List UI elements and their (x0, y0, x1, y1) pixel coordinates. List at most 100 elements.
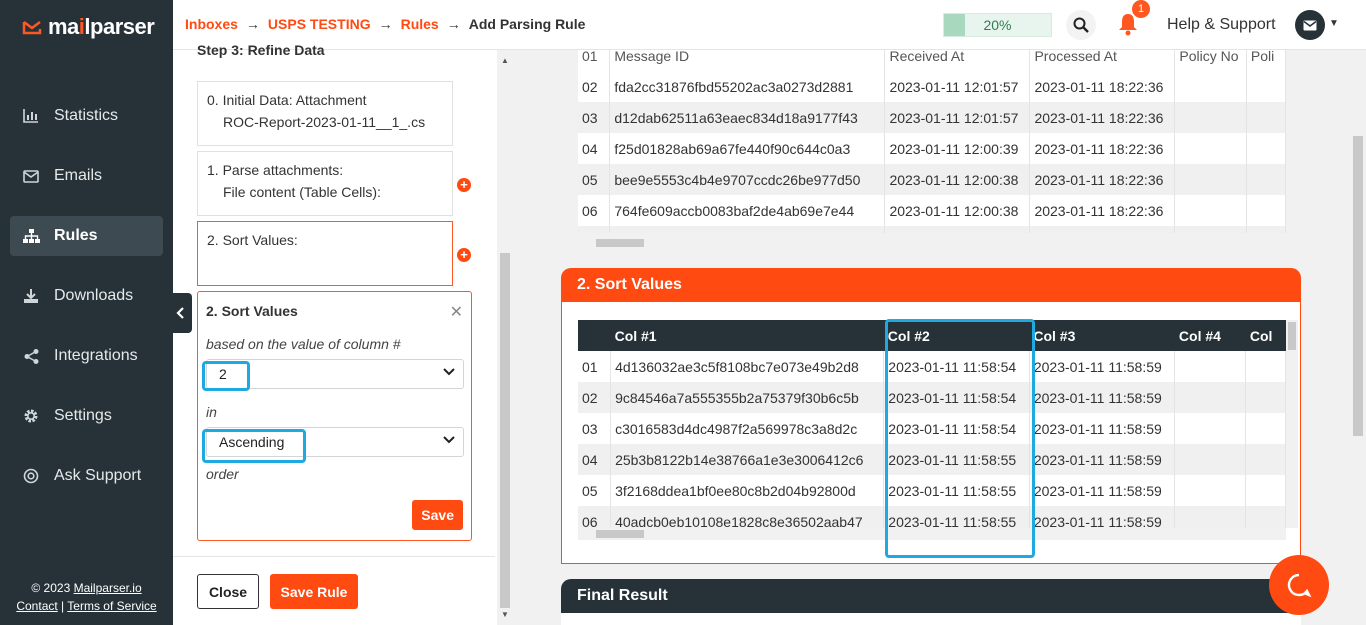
column-label: based on the value of column # (206, 336, 401, 352)
table-row: 06 764fe609accb0083baf2de4ab69e7e44 2023-0… (578, 195, 1286, 226)
step-card-parse-attachments[interactable]: 1. Parse attachments: File content (Tabl… (197, 151, 453, 216)
sidebar-item-statistics[interactable]: Statistics (10, 96, 163, 136)
scroll-thumb[interactable] (596, 530, 644, 538)
editor-title: 2. Sort Values (206, 303, 298, 319)
company-link[interactable]: Mailparser.io (74, 581, 142, 595)
scroll-down-icon[interactable]: ▼ (501, 610, 509, 619)
table-row: 06 40adcb0eb10108e1828c8e36502aab47 2023-0… (578, 506, 1286, 528)
preview-area: 01 Message ID Received At Processed At P… (513, 50, 1366, 625)
envelope-icon (22, 167, 40, 185)
table-cell: 2023-01-11 11:58:59 (1029, 444, 1176, 475)
table-cell: 2023-01-11 12:00:38 (884, 226, 1031, 233)
page-scrollbar[interactable] (1350, 50, 1366, 625)
table-cell (1174, 413, 1247, 444)
table-cell: 2023-01-11 11:58:54 (883, 351, 1030, 382)
gear-icon (22, 407, 40, 425)
scroll-up-icon[interactable]: ▲ (501, 56, 509, 65)
search-button[interactable] (1066, 10, 1096, 40)
column-header: Processed At (1029, 50, 1176, 71)
add-step-button[interactable]: + (457, 248, 471, 262)
save-rule-button[interactable]: Save Rule (270, 574, 358, 609)
help-support-link[interactable]: Help & Support (1167, 16, 1276, 34)
table-cell: bee9e5553c4b4e9707ccdc26be977d50 (609, 164, 886, 195)
section-body (561, 613, 1301, 625)
table-cell: 2023-01-11 11:58:59 (1029, 351, 1176, 382)
table-cell (1246, 102, 1286, 133)
scroll-thumb[interactable] (1288, 322, 1296, 350)
chevron-down-icon[interactable]: ▼ (1329, 18, 1339, 29)
card-line: 1. Parse attachments: (207, 162, 344, 178)
close-button[interactable]: Close (197, 574, 259, 609)
table-cell: 40adcb0eb10108e1828c8e36502aab47 (610, 506, 885, 528)
table-cell: 2023-01-11 18:22:36 (1029, 195, 1176, 226)
scroll-thumb[interactable] (500, 253, 510, 608)
add-step-button[interactable]: + (457, 178, 471, 192)
progress-fill (944, 14, 966, 36)
table-cell: 03 (578, 102, 611, 133)
terms-link[interactable]: Terms of Service (67, 599, 156, 613)
contact-link[interactable]: Contact (16, 599, 57, 613)
sidebar-item-ask-support[interactable]: Ask Support (10, 456, 163, 496)
table-cell: 4d136032ae3c5f8108bc7e073e49b2d8 (610, 351, 885, 382)
step-card-sort-values[interactable]: 2. Sort Values: (197, 221, 453, 286)
table-cell: 2023-01-11 18:22:36 (1029, 226, 1176, 233)
collapse-sidebar-button[interactable] (168, 293, 192, 333)
chevron-left-icon (176, 307, 184, 319)
avatar[interactable] (1295, 10, 1325, 40)
column-header: 01 (578, 50, 611, 71)
sidebar-item-emails[interactable]: Emails (10, 156, 163, 196)
table-horizontal-scrollbar[interactable] (578, 528, 1286, 540)
scroll-thumb[interactable] (1353, 136, 1363, 436)
column-header: Poli (1246, 50, 1286, 71)
sidebar-item-downloads[interactable]: Downloads (10, 276, 163, 316)
table-cell: 07 (578, 226, 611, 233)
table-cell (1245, 382, 1286, 413)
column-header: Policy No (1174, 50, 1247, 71)
breadcrumb-arrow-icon: → (245, 16, 260, 32)
table-cell: 05 (578, 164, 611, 195)
breadcrumb-inboxes[interactable]: Inboxes (185, 16, 238, 32)
table-header: 01 Message ID Received At Processed At P… (578, 50, 1286, 71)
table-scrollbar[interactable] (1286, 320, 1298, 528)
setup-progress[interactable]: 20% (943, 13, 1052, 37)
close-icon[interactable]: ✕ (450, 302, 463, 322)
envelope-icon (1303, 20, 1317, 30)
column-header: Col #4 (1174, 320, 1246, 351)
mailparser-logo[interactable]: mailparser (22, 14, 155, 40)
sidebar-item-integrations[interactable]: Integrations (10, 336, 163, 376)
breadcrumb-inbox[interactable]: USPS TESTING (268, 16, 371, 32)
table-cell: 2023-01-11 18:22:36 (1029, 133, 1176, 164)
table-cell: f25d01828ab69a67fe440f90c644c0a3 (609, 133, 886, 164)
save-button[interactable]: Save (412, 500, 463, 530)
table-cell: 764fe609accb0083baf2de4ab69e7e44 (609, 195, 886, 226)
column-select[interactable]: 2 (206, 359, 464, 389)
table-row: 02 fda2cc31876fbd55202ac3a0273d2881 2023-0… (578, 71, 1286, 102)
sidebar-footer: © 2023 Mailparser.io Contact | Terms of … (0, 579, 173, 615)
table-cell: 01 (578, 351, 612, 382)
chat-support-button[interactable] (1269, 555, 1329, 615)
data-table: 01 Message ID Received At Processed At P… (578, 50, 1286, 233)
download-icon (22, 287, 40, 305)
sidebar-item-settings[interactable]: Settings (10, 396, 163, 436)
breadcrumb-arrow-icon: → (446, 16, 461, 32)
table-scrollbar[interactable] (1286, 50, 1298, 233)
column-header: Col (1245, 320, 1286, 351)
table-cell: 06 (578, 506, 612, 528)
scroll-thumb[interactable] (596, 239, 644, 247)
table-cell: fda2cc31876fbd55202ac3a0273d2881 (609, 71, 886, 102)
table-cell (1174, 164, 1247, 195)
column-select-value: 2 (219, 366, 227, 382)
panel-scrollbar[interactable]: ▲ ▼ (497, 50, 513, 625)
sidebar-item-rules[interactable]: Rules (10, 216, 163, 256)
breadcrumb-rules[interactable]: Rules (401, 16, 439, 32)
sidebar: mailparser Statistics Emails Rules Downl… (0, 0, 173, 625)
sidebar-item-label: Settings (54, 407, 112, 424)
table-cell: 2023-01-11 11:58:59 (1029, 382, 1176, 413)
order-select[interactable]: Ascending (206, 427, 464, 457)
table-cell: 2023-01-11 12:00:39 (884, 133, 1031, 164)
order-select-value: Ascending (219, 434, 285, 450)
table-horizontal-scrollbar[interactable] (578, 237, 1286, 249)
support-icon (22, 467, 40, 485)
step-card-initial-data[interactable]: 0. Initial Data: Attachment ROC-Report-2… (197, 81, 453, 146)
previous-step-table: 01 Message ID Received At Processed At P… (578, 50, 1286, 233)
